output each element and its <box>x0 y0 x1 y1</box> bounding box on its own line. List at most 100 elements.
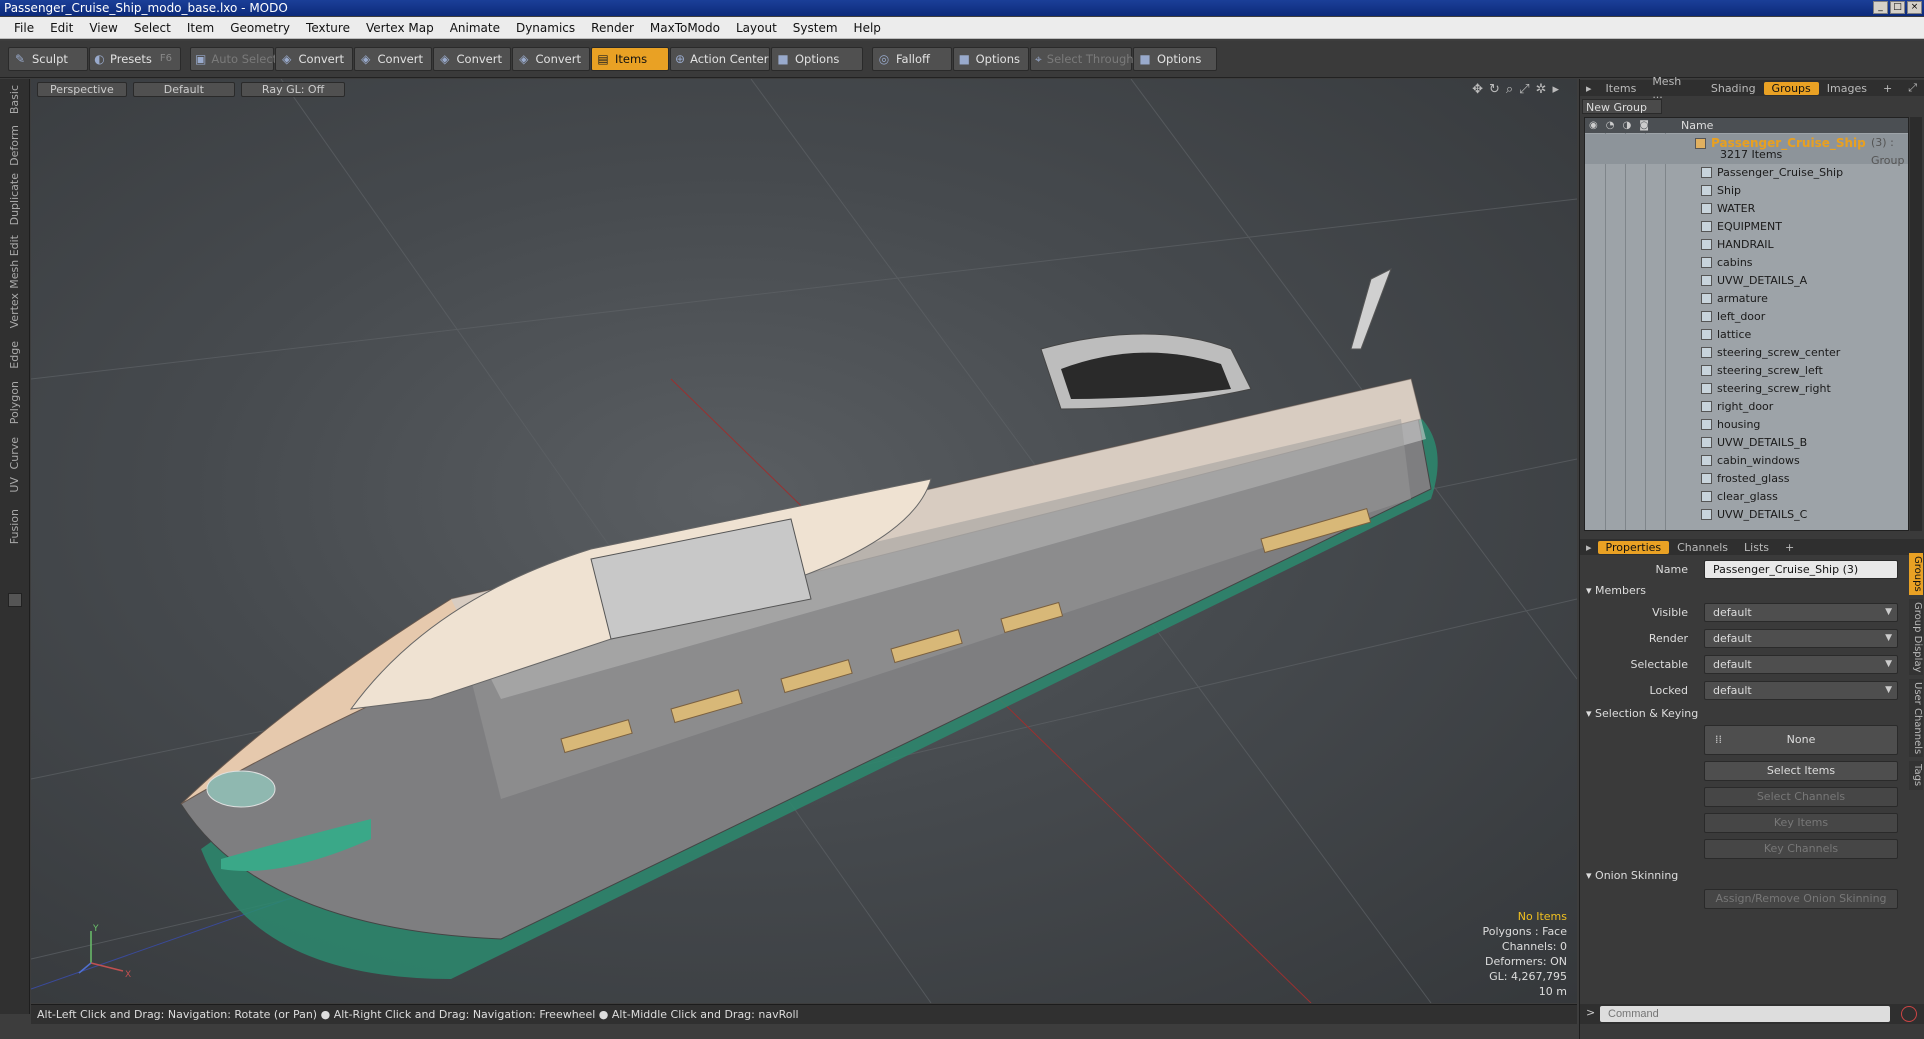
record-icon[interactable] <box>1901 1006 1917 1022</box>
tree-row[interactable]: armature <box>1585 290 1908 308</box>
add-tab-icon[interactable]: + <box>1875 82 1900 95</box>
gear-icon[interactable]: ✲ <box>1536 82 1547 97</box>
tree-row[interactable]: cabins <box>1585 254 1908 272</box>
menu-maxtomodo[interactable]: MaxToModo <box>642 21 728 35</box>
maximize-button[interactable]: □ <box>1890 1 1905 14</box>
side-tab-user-channels[interactable]: User Channels <box>1909 679 1923 758</box>
name-column-header[interactable]: Name <box>1665 118 1713 133</box>
tab-polygon[interactable]: Polygon <box>8 381 21 424</box>
tab-shading[interactable]: Shading <box>1703 82 1764 95</box>
fit-icon[interactable]: ⤢ <box>1519 82 1529 97</box>
menu-vertex-map[interactable]: Vertex Map <box>358 21 442 35</box>
tree-row[interactable]: right_door <box>1585 398 1908 416</box>
tree-row[interactable]: HANDRAIL <box>1585 236 1908 254</box>
action-center-options-button[interactable]: ■ Options <box>771 47 863 71</box>
selectable-dropdown[interactable]: default ▼ <box>1704 655 1898 674</box>
tree-row[interactable]: frosted_glass <box>1585 470 1908 488</box>
shading-dropdown[interactable]: Default <box>132 82 235 97</box>
side-tab-group-display[interactable]: Group Display <box>1909 598 1923 676</box>
command-input[interactable] <box>1600 1006 1890 1022</box>
tab-groups[interactable]: Groups <box>1763 81 1819 95</box>
tree-row[interactable]: steering_screw_left <box>1585 362 1908 380</box>
none-button[interactable]: ⁞⁞ None <box>1704 725 1898 755</box>
expand-icon[interactable] <box>8 593 22 607</box>
menu-file[interactable]: File <box>6 21 42 35</box>
falloff-options-button[interactable]: ■ Options <box>953 47 1029 71</box>
menu-view[interactable]: View <box>81 21 125 35</box>
tab-mesh[interactable]: Mesh ... <box>1644 75 1703 101</box>
move-icon[interactable]: ✥ <box>1472 82 1483 97</box>
tree-scrollbar[interactable] <box>1910 117 1922 531</box>
key-channels-button[interactable]: Key Channels <box>1704 839 1898 859</box>
sculpt-button[interactable]: ✎ Sculpt <box>8 47 88 71</box>
tab-images[interactable]: Images <box>1819 82 1875 95</box>
menu-dynamics[interactable]: Dynamics <box>508 21 583 35</box>
tab-channels[interactable]: Channels <box>1669 541 1736 554</box>
convert-button-3[interactable]: ◈ Convert <box>433 47 511 71</box>
panel-menu-icon[interactable]: ▸ <box>1580 82 1598 95</box>
members-section[interactable]: ▾ Members <box>1586 584 1646 597</box>
tree-row[interactable]: steering_screw_right <box>1585 380 1908 398</box>
panel-menu-icon[interactable]: ▸ <box>1580 541 1598 554</box>
tab-items[interactable]: Items <box>1598 82 1645 95</box>
tab-deform[interactable]: Deform <box>8 125 21 166</box>
menu-select[interactable]: Select <box>126 21 179 35</box>
tab-edge[interactable]: Edge <box>8 341 21 369</box>
tree-row[interactable]: housing <box>1585 416 1908 434</box>
new-group-button[interactable]: New Group <box>1582 99 1662 114</box>
tab-duplicate[interactable]: Duplicate <box>8 173 21 225</box>
tab-curve[interactable]: Curve <box>8 437 21 469</box>
onion-skinning-button[interactable]: Assign/Remove Onion Skinning <box>1704 889 1898 909</box>
convert-button-2[interactable]: ◈ Convert <box>354 47 432 71</box>
convert-button-1[interactable]: ◈ Convert <box>275 47 353 71</box>
convert-button-4[interactable]: ◈ Convert <box>512 47 590 71</box>
tree-row[interactable]: Ship <box>1585 182 1908 200</box>
tab-vertex[interactable]: Vertex <box>8 293 21 328</box>
key-items-button[interactable]: Key Items <box>1704 813 1898 833</box>
name-field[interactable]: Passenger_Cruise_Ship (3) <box>1704 560 1898 579</box>
selection-keying-section[interactable]: ▾ Selection & Keying <box>1586 707 1698 720</box>
items-mode-button[interactable]: ▤ Items <box>591 47 669 71</box>
menu-layout[interactable]: Layout <box>728 21 785 35</box>
menu-system[interactable]: System <box>785 21 846 35</box>
tab-lists[interactable]: Lists <box>1736 541 1777 554</box>
presets-button[interactable]: ◐ Presets F6 <box>89 47 181 71</box>
minimize-button[interactable]: _ <box>1873 1 1888 14</box>
tab-uv[interactable]: UV <box>8 477 21 493</box>
tree-row-group[interactable]: Passenger_Cruise_Ship (3) : Group 3217 I… <box>1585 134 1908 167</box>
action-center-button[interactable]: ⊕ Action Center <box>670 47 770 71</box>
tree-row[interactable]: EQUIPMENT <box>1585 218 1908 236</box>
zoom-icon[interactable]: ⌕ <box>1506 82 1513 97</box>
viewport-menu-icon[interactable]: ▸ <box>1552 82 1559 97</box>
view-type-dropdown[interactable]: Perspective <box>37 82 127 97</box>
locked-dropdown[interactable]: default ▼ <box>1704 681 1898 700</box>
menu-render[interactable]: Render <box>583 21 642 35</box>
tree-row[interactable]: clear_glass <box>1585 488 1908 506</box>
tree-row[interactable]: WATER <box>1585 200 1908 218</box>
expand-panel-icon[interactable]: ⤢ <box>1900 81 1924 95</box>
tab-fusion[interactable]: Fusion <box>8 509 21 544</box>
falloff-button[interactable]: ◎ Falloff <box>872 47 952 71</box>
rotate-icon[interactable]: ↻ <box>1489 82 1500 97</box>
tree-row[interactable]: UVW_DETAILS_B <box>1585 434 1908 452</box>
tab-basic[interactable]: Basic <box>8 85 21 114</box>
tree-row[interactable]: UVW_DETAILS_A <box>1585 272 1908 290</box>
menu-animate[interactable]: Animate <box>442 21 508 35</box>
tree-row[interactable]: UVW_DETAILS_C <box>1585 506 1908 524</box>
select-through-button[interactable]: ⌖ Select Through <box>1030 47 1134 71</box>
menu-edit[interactable]: Edit <box>42 21 81 35</box>
menu-geometry[interactable]: Geometry <box>222 21 298 35</box>
tree-row[interactable]: steering_screw_center <box>1585 344 1908 362</box>
side-tab-tags[interactable]: Tags <box>1909 761 1923 790</box>
menu-item[interactable]: Item <box>179 21 222 35</box>
select-channels-button[interactable]: Select Channels <box>1704 787 1898 807</box>
tab-properties[interactable]: Properties <box>1597 540 1670 554</box>
add-tab-icon[interactable]: + <box>1777 541 1802 554</box>
raygl-toggle[interactable]: Ray GL: Off <box>240 82 346 97</box>
visible-dropdown[interactable]: default ▼ <box>1704 603 1898 622</box>
tree-row[interactable]: lattice <box>1585 326 1908 344</box>
cruise-ship-model[interactable] <box>180 267 1438 979</box>
onion-skinning-section[interactable]: ▾ Onion Skinning <box>1586 869 1678 882</box>
side-tab-groups[interactable]: Groups <box>1909 553 1923 595</box>
close-button[interactable]: × <box>1907 1 1922 14</box>
